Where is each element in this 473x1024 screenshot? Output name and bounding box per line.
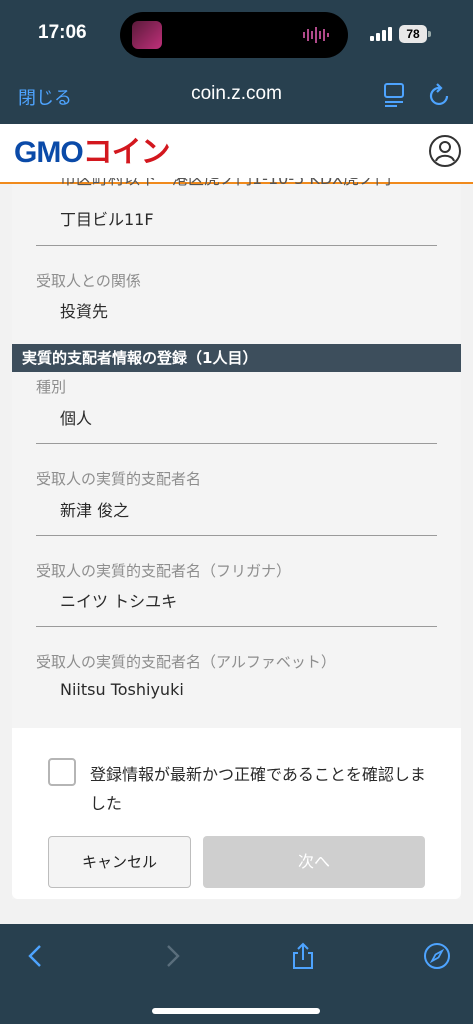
owner-name-value: 新津 俊之 <box>60 501 130 520</box>
dynamic-island[interactable] <box>120 12 348 58</box>
compass-icon[interactable] <box>423 942 451 970</box>
browser-toolbar: 閉じる coin.z.com <box>0 70 473 124</box>
divider <box>36 626 437 627</box>
back-icon[interactable] <box>22 942 50 970</box>
divider <box>36 245 437 246</box>
owner-name-label: 受取人の実質的支配者名 <box>36 470 202 488</box>
divider <box>36 535 437 536</box>
home-indicator[interactable] <box>152 1008 320 1014</box>
owner-alphabet-label: 受取人の実質的支配者名（アルファベット） <box>36 653 336 671</box>
type-value: 個人 <box>60 409 93 428</box>
forward-icon[interactable] <box>158 942 186 970</box>
user-account-icon[interactable] <box>428 134 462 168</box>
reader-mode-icon[interactable] <box>383 82 405 108</box>
relationship-label: 受取人との関係 <box>36 272 141 290</box>
confirm-checkbox[interactable] <box>48 758 76 786</box>
status-time: 17:06 <box>38 22 87 43</box>
owner-furigana-label: 受取人の実質的支配者名（フリガナ） <box>36 562 292 580</box>
type-label: 種別 <box>36 378 67 396</box>
cellular-signal-icon <box>370 27 392 41</box>
address-value: 丁目ビル11F <box>60 210 154 229</box>
gmo-coin-logo[interactable]: GMOコイン <box>14 138 171 168</box>
section-title: 実質的支配者情報の登録（1人目） <box>12 344 461 372</box>
owner-alphabet-value: Niitsu Toshiyuki <box>60 680 184 699</box>
address-value-cut: 市区町村以下 港区虎ノ門1-10-5 KDX虎ノ門 <box>60 178 392 188</box>
share-icon[interactable] <box>289 942 317 970</box>
battery-tip <box>428 31 431 37</box>
next-button[interactable]: 次へ <box>203 836 425 888</box>
cancel-button[interactable]: キャンセル <box>48 836 191 888</box>
reload-icon[interactable] <box>428 82 452 108</box>
status-bar: 17:06 78 <box>0 0 473 70</box>
battery-icon: 78 <box>399 25 427 43</box>
confirm-label[interactable]: 登録情報が最新かつ正確であることを確認しました <box>90 760 430 818</box>
divider <box>36 443 437 444</box>
audio-wave-icon <box>303 27 329 43</box>
site-header: GMOコイン <box>0 124 473 184</box>
owner-furigana-value: ニイツ トシユキ <box>60 592 178 611</box>
now-playing-artwork <box>132 21 162 49</box>
relationship-value: 投資先 <box>60 302 109 321</box>
